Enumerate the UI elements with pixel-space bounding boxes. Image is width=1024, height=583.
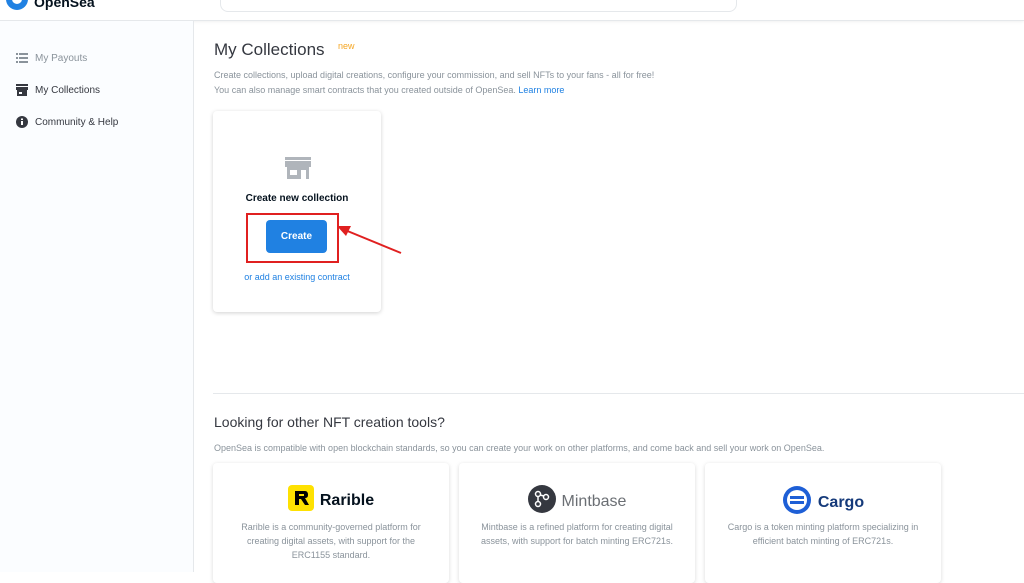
tool-card-rarible[interactable]: Rarible Rarible is a community-governed … [213, 463, 449, 583]
tool-card-head: Rarible [213, 485, 449, 516]
sidebar-item-my-collections[interactable]: My Collections [16, 84, 100, 96]
sidebar-item-my-payouts[interactable]: My Payouts [16, 52, 87, 64]
opensea-logo-icon[interactable] [6, 0, 28, 10]
tool-card-head: Mintbase [459, 485, 695, 518]
section-divider [213, 393, 1024, 394]
sidebar-item-label: My Collections [35, 84, 101, 96]
brand-name[interactable]: OpenSea [34, 0, 95, 10]
tools-description: OpenSea is compatible with open blockcha… [214, 443, 825, 453]
page-title: My Collections [214, 40, 325, 59]
page-description-text: You can also manage smart contracts that… [214, 85, 516, 95]
page-description-2: You can also manage smart contracts that… [214, 85, 564, 95]
tool-description: Mintbase is a refined platform for creat… [480, 522, 674, 546]
sidebar-item-community-help[interactable]: Community & Help [16, 116, 118, 128]
tool-card-cargo[interactable]: Cargo Cargo is a token minting platform … [705, 463, 941, 583]
tool-card-mintbase[interactable]: Mintbase Mintbase is a refined platform … [459, 463, 695, 583]
tool-name: Mintbase [561, 492, 627, 510]
tool-name: Rarible [319, 491, 375, 509]
new-badge: new [338, 41, 355, 51]
sidebar: My Payouts My Collections Community & He… [0, 21, 194, 572]
page-description: Create collections, upload digital creat… [214, 70, 655, 80]
add-existing-contract-link-wrap: or add an existing contract [213, 272, 381, 282]
add-existing-contract-link[interactable]: or add an existing contract [244, 272, 350, 282]
search-input[interactable] [220, 0, 737, 12]
card-title: Create new collection [245, 193, 349, 204]
tools-heading: Looking for other NFT creation tools? [214, 414, 445, 430]
tool-card-head: Cargo [705, 485, 941, 520]
cargo-logo-icon [782, 485, 812, 520]
sidebar-item-label: Community & Help [35, 116, 119, 128]
create-collection-card: Create new collection Create or add an e… [213, 111, 381, 312]
list-icon [16, 52, 28, 64]
learn-more-link[interactable]: Learn more [518, 85, 564, 95]
info-icon [16, 116, 28, 128]
tool-description: Cargo is a token minting platform specia… [727, 522, 919, 546]
annotation-arrow-icon [337, 226, 402, 254]
sidebar-item-label: My Payouts [35, 52, 88, 64]
mintbase-logo-icon [527, 485, 556, 518]
rarible-logo-icon [287, 485, 314, 516]
tool-name: Cargo [817, 493, 865, 511]
tool-description: Rarible is a community-governed platform… [241, 522, 421, 560]
store-icon [16, 84, 28, 96]
storefront-icon [285, 157, 311, 184]
top-navbar: OpenSea [0, 0, 1024, 21]
highlight-box [246, 213, 339, 263]
